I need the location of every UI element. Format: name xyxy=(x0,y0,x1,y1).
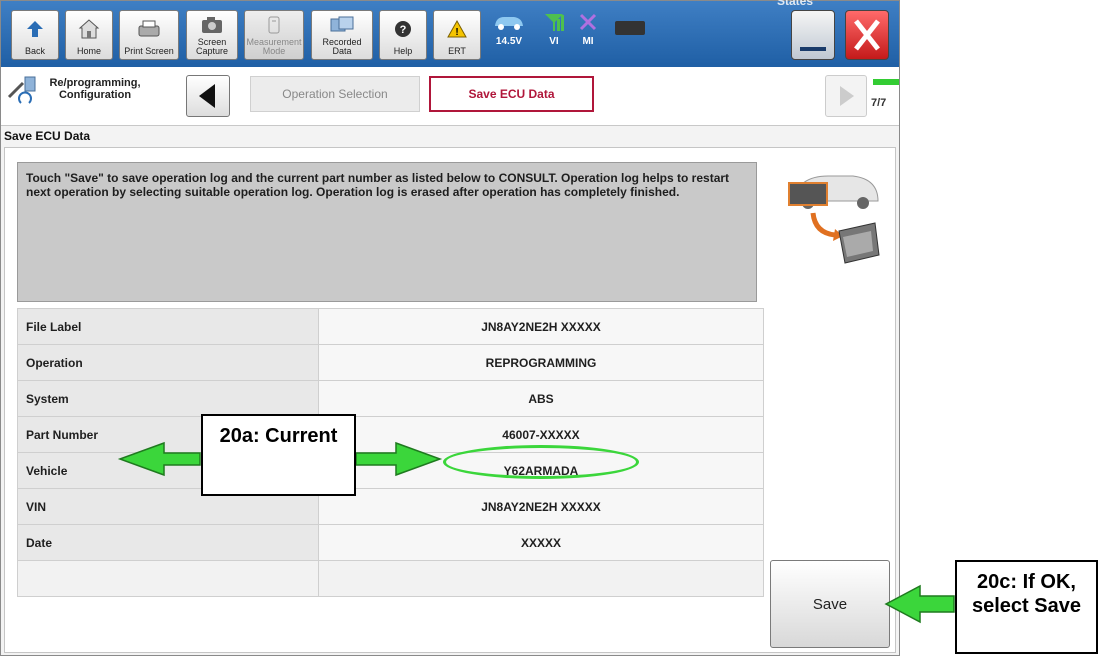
measurement-icon xyxy=(264,11,284,38)
back-arrow-icon xyxy=(25,11,45,47)
states-label: States xyxy=(777,0,814,8)
svg-text:?: ? xyxy=(400,24,407,36)
row-value: JN8AY2NE2H XXXXX xyxy=(318,308,764,345)
help-button[interactable]: ? Help xyxy=(379,10,427,60)
battery-icon xyxy=(615,21,645,35)
car-icon xyxy=(495,17,523,30)
minimize-button[interactable] xyxy=(791,10,835,60)
warning-icon: ! xyxy=(446,11,468,47)
navigation-bar: Re/programming, Configuration Operation … xyxy=(1,67,899,126)
row-value: XXXXX xyxy=(318,524,764,561)
callout-save-instruction: 20c: If OK, select Save xyxy=(955,560,1098,654)
consult-window: Back Home Print Screen Screen Capture Me… xyxy=(0,0,900,656)
left-arrow-annotation xyxy=(884,584,955,624)
car-laptop-illustration xyxy=(783,161,883,281)
right-triangle-icon xyxy=(840,86,854,106)
instruction-message: Touch "Save" to save operation log and t… xyxy=(17,162,757,302)
table-row: Operation REPROGRAMMING xyxy=(17,344,764,381)
breadcrumb[interactable]: Re/programming, Configuration xyxy=(45,77,145,101)
mi-indicator: MI xyxy=(575,11,601,47)
vi-indicator: VI xyxy=(541,11,567,47)
row-key: Operation xyxy=(17,344,319,381)
row-key: Date xyxy=(17,524,319,561)
left-triangle-icon xyxy=(199,84,215,108)
next-step-button[interactable] xyxy=(825,75,867,117)
battery-voltage-indicator: 14.5V xyxy=(489,11,529,47)
step-counter: 7/7 xyxy=(871,97,887,109)
print-screen-button[interactable]: Print Screen xyxy=(119,10,179,60)
table-row: Date XXXXX xyxy=(17,524,764,561)
screen-capture-button[interactable]: Screen Capture xyxy=(186,10,238,60)
printer-icon xyxy=(136,11,162,47)
reprogramming-icon xyxy=(7,76,36,104)
help-icon: ? xyxy=(393,11,413,47)
recorded-data-button[interactable]: Recorded Data xyxy=(311,10,373,60)
camera-icon xyxy=(199,11,225,38)
row-key: System xyxy=(17,380,319,417)
progress-bar xyxy=(873,79,899,85)
measurement-mode-button[interactable]: Measurement Mode xyxy=(244,10,304,60)
tab-save-ecu-data[interactable]: Save ECU Data xyxy=(429,76,594,112)
row-value: REPROGRAMMING xyxy=(318,344,764,381)
table-row: System ABS xyxy=(17,380,764,417)
tab-operation-selection[interactable]: Operation Selection xyxy=(250,76,420,112)
signal-icon xyxy=(545,14,564,31)
page-title: Save ECU Data xyxy=(4,129,91,143)
table-row: File Label JN8AY2NE2H XXXXX xyxy=(17,308,764,345)
table-row: VIN JN8AY2NE2H XXXXX xyxy=(17,488,764,525)
previous-step-button[interactable] xyxy=(186,75,230,117)
highlight-ellipse xyxy=(443,445,639,479)
toolbar: Back Home Print Screen Screen Capture Me… xyxy=(1,1,899,67)
callout-current: 20a: Current xyxy=(201,414,356,496)
svg-text:!: ! xyxy=(455,27,458,38)
table-row-empty xyxy=(17,560,764,597)
home-button[interactable]: Home xyxy=(65,10,113,60)
row-key: File Label xyxy=(17,308,319,345)
minimize-icon xyxy=(800,47,826,51)
row-value: ABS xyxy=(318,380,764,417)
ert-button[interactable]: ! ERT xyxy=(433,10,481,60)
close-icon xyxy=(854,19,880,51)
back-button[interactable]: Back xyxy=(11,10,59,60)
save-button[interactable]: Save xyxy=(770,560,890,648)
home-icon xyxy=(78,11,100,47)
mi-x-icon xyxy=(579,13,597,31)
row-value: JN8AY2NE2H XXXXX xyxy=(318,488,764,525)
recorded-data-icon xyxy=(328,11,356,38)
close-button[interactable] xyxy=(845,10,889,60)
